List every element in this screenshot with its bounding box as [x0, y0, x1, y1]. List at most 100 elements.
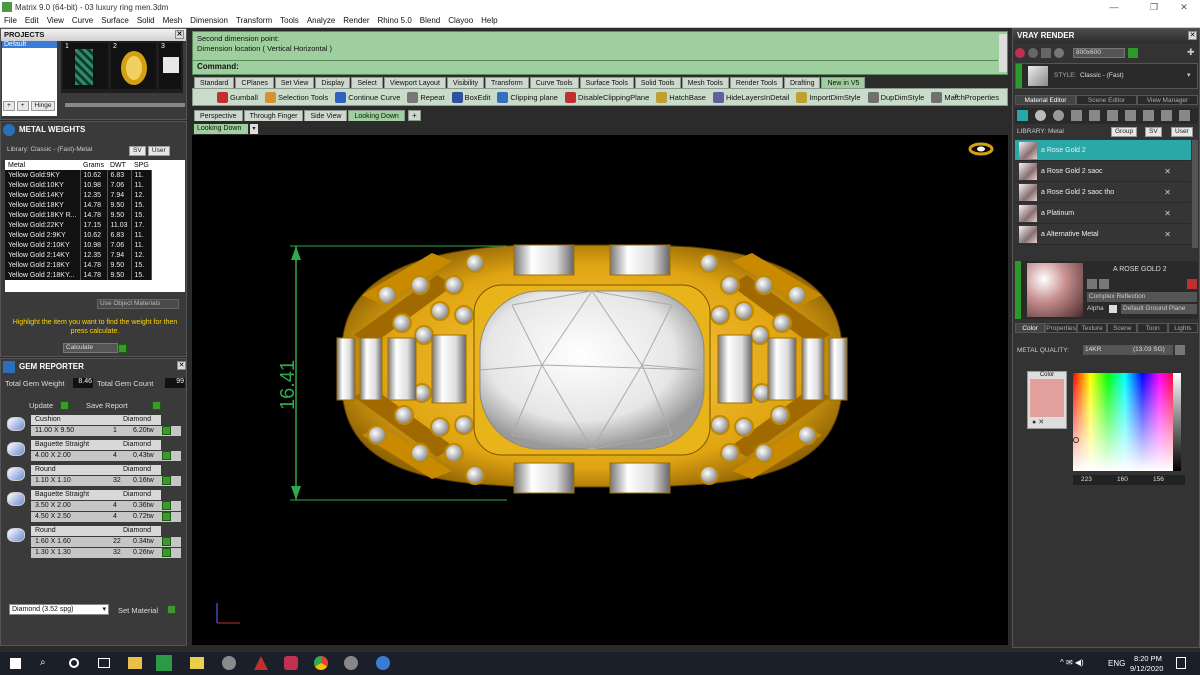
- command-input[interactable]: Command:: [193, 60, 998, 73]
- gem-material-select[interactable]: Diamond (3.52 spg) ▾: [9, 604, 109, 615]
- toolbar-tab-select[interactable]: Select: [351, 77, 383, 88]
- table-row[interactable]: Yellow Gold 2:9KY 10.62 6.83 11.: [5, 230, 153, 240]
- file-explorer-icon[interactable]: [128, 657, 142, 669]
- material-item[interactable]: a Alternative Metal ✕: [1015, 224, 1191, 245]
- column-header[interactable]: DWT: [107, 160, 131, 170]
- menu-mesh[interactable]: Mesh: [159, 16, 187, 25]
- gem-row[interactable]: 4.00 X 2.00 4 0.43tw: [31, 451, 181, 461]
- gem-row-go-icon[interactable]: [162, 548, 171, 557]
- reflection-select[interactable]: Complex Reflection: [1087, 292, 1197, 302]
- property-tab-lights[interactable]: Lights: [1167, 323, 1199, 333]
- toolbar-tab-standard[interactable]: Standard: [194, 77, 235, 88]
- selection-tools-button[interactable]: Selection Tools: [264, 92, 328, 103]
- menu-help[interactable]: Help: [477, 16, 501, 25]
- menu-render[interactable]: Render: [339, 16, 373, 25]
- color-picker-field[interactable]: [1073, 373, 1177, 471]
- app-triangle-icon[interactable]: [254, 656, 268, 670]
- disableclippingplane-button[interactable]: DisableClippingPlane: [564, 92, 649, 103]
- table-row[interactable]: Yellow Gold:10KY 10.98 7.06 11.: [5, 180, 153, 190]
- chevron-down-icon[interactable]: ▾: [250, 124, 258, 134]
- toolbar-tab-set-view[interactable]: Set View: [274, 77, 315, 88]
- group-button[interactable]: Group: [1111, 127, 1138, 137]
- metal-material-icon[interactable]: [1053, 110, 1064, 121]
- material-tool-icon-2[interactable]: [1099, 279, 1109, 289]
- material-icon-9[interactable]: [1161, 110, 1172, 121]
- update-go-icon[interactable]: [60, 401, 69, 410]
- red-value[interactable]: 223: [1081, 475, 1092, 485]
- toolbar-tab-display[interactable]: Display: [315, 77, 351, 88]
- system-tray-icons[interactable]: ^ ✉ ◀): [1060, 658, 1084, 667]
- toolbar-tab-mesh-tools[interactable]: Mesh Tools: [681, 77, 729, 88]
- render-region-icon[interactable]: [1028, 48, 1038, 58]
- resolution-lock-icon[interactable]: [1128, 48, 1138, 58]
- gem-row-go-icon[interactable]: [162, 476, 171, 485]
- cortana-icon[interactable]: [69, 658, 79, 668]
- material-icon-7[interactable]: [1125, 110, 1136, 121]
- table-row[interactable]: Yellow Gold 2:18KY... 14.78 9.50 15.: [5, 270, 153, 280]
- more-tools-icon[interactable]: »: [954, 91, 958, 100]
- repeat-button[interactable]: Repeat: [407, 92, 445, 103]
- thumbnail-2[interactable]: 2: [111, 43, 156, 89]
- property-tab-scene[interactable]: Scene: [1107, 323, 1138, 333]
- table-row[interactable]: Yellow Gold:9KY 10.62 6.83 11.: [5, 170, 153, 180]
- hinge-button[interactable]: Hinge: [30, 101, 56, 111]
- toolbar-tab-curve-tools[interactable]: Curve Tools: [529, 77, 579, 88]
- view-tab-through-finger[interactable]: Through Finger: [243, 110, 304, 121]
- view-tab-side-view[interactable]: Side View: [304, 110, 348, 121]
- notification-icon[interactable]: [1176, 657, 1186, 669]
- toolbar-tab-viewport-layout[interactable]: Viewport Layout: [383, 77, 446, 88]
- material-list-scrollbar[interactable]: [1192, 140, 1198, 248]
- toolbar-tab-transform[interactable]: Transform: [485, 77, 529, 88]
- table-row[interactable]: Yellow Gold 2:14KY 12.35 7.94 12.: [5, 250, 153, 260]
- continue-curve-button[interactable]: Continue Curve: [335, 92, 400, 103]
- thumbnail-scrollbar[interactable]: [65, 103, 185, 107]
- close-icon[interactable]: ✕: [175, 30, 184, 39]
- menu-blend[interactable]: Blend: [416, 16, 444, 25]
- material-icon-5[interactable]: [1089, 110, 1100, 121]
- menu-file[interactable]: File: [0, 16, 21, 25]
- close-icon[interactable]: ✕: [1164, 167, 1171, 176]
- gem-row-go-icon[interactable]: [162, 512, 171, 521]
- menu-dimension[interactable]: Dimension: [186, 16, 232, 25]
- gem-row[interactable]: 3.50 X 2.00 4 0.36tw: [31, 501, 181, 511]
- blue-value[interactable]: 156: [1153, 475, 1164, 485]
- user-button[interactable]: User: [1171, 127, 1193, 137]
- gem-material-icon[interactable]: [1035, 110, 1046, 121]
- material-item[interactable]: a Platinum ✕: [1015, 203, 1191, 224]
- menu-rhino-5-0[interactable]: Rhino 5.0: [374, 16, 416, 25]
- user-button[interactable]: User: [147, 146, 170, 156]
- gem-row[interactable]: 1.60 X 1.60 22 0.34tw: [31, 537, 181, 547]
- calculate-button[interactable]: Calculate: [63, 343, 118, 353]
- column-header[interactable]: SPG: [131, 160, 152, 170]
- calculate-go-icon[interactable]: [118, 344, 127, 353]
- close-icon[interactable]: ✕: [177, 361, 186, 370]
- thumbnail-1[interactable]: 1: [63, 43, 108, 89]
- task-view-icon[interactable]: [98, 658, 110, 668]
- gem-row[interactable]: 4.50 X 2.50 4 0.72tw: [31, 512, 181, 522]
- viewport-label[interactable]: Looking Down: [194, 124, 248, 134]
- sticky-notes-icon[interactable]: [190, 657, 204, 669]
- gem-row-go-icon[interactable]: [162, 426, 171, 435]
- thumbnail-3[interactable]: 3: [159, 43, 181, 89]
- boxedit-button[interactable]: BoxEdit: [451, 92, 490, 103]
- property-tab-properties[interactable]: Properties: [1045, 323, 1077, 333]
- clear-color-icon[interactable]: ✕: [1038, 419, 1044, 426]
- save-report-button[interactable]: Save Report: [86, 401, 128, 410]
- matrix-app-icon[interactable]: [156, 655, 172, 671]
- alpha-checkbox[interactable]: [1109, 305, 1117, 313]
- metal-quality-menu-icon[interactable]: [1175, 345, 1185, 355]
- preview-expand-icon[interactable]: [1015, 261, 1021, 319]
- toolbar-tab-surface-tools[interactable]: Surface Tools: [579, 77, 634, 88]
- pdf-app-icon[interactable]: [284, 656, 298, 670]
- pin-icon[interactable]: ✚: [1187, 47, 1195, 58]
- viewport[interactable]: 16.41: [192, 135, 1008, 645]
- material-icon-4[interactable]: [1071, 110, 1082, 121]
- menu-analyze[interactable]: Analyze: [303, 16, 339, 25]
- menu-transform[interactable]: Transform: [232, 16, 276, 25]
- toolbar-tab-drafting[interactable]: Drafting: [783, 77, 821, 88]
- use-object-materials-select[interactable]: Use Object Materials: [97, 299, 179, 309]
- menu-solid[interactable]: Solid: [133, 16, 159, 25]
- gem-row-go-icon[interactable]: [162, 537, 171, 546]
- gem-row-go-icon[interactable]: [162, 501, 171, 510]
- clipping-plane-button[interactable]: Clipping plane: [497, 92, 558, 103]
